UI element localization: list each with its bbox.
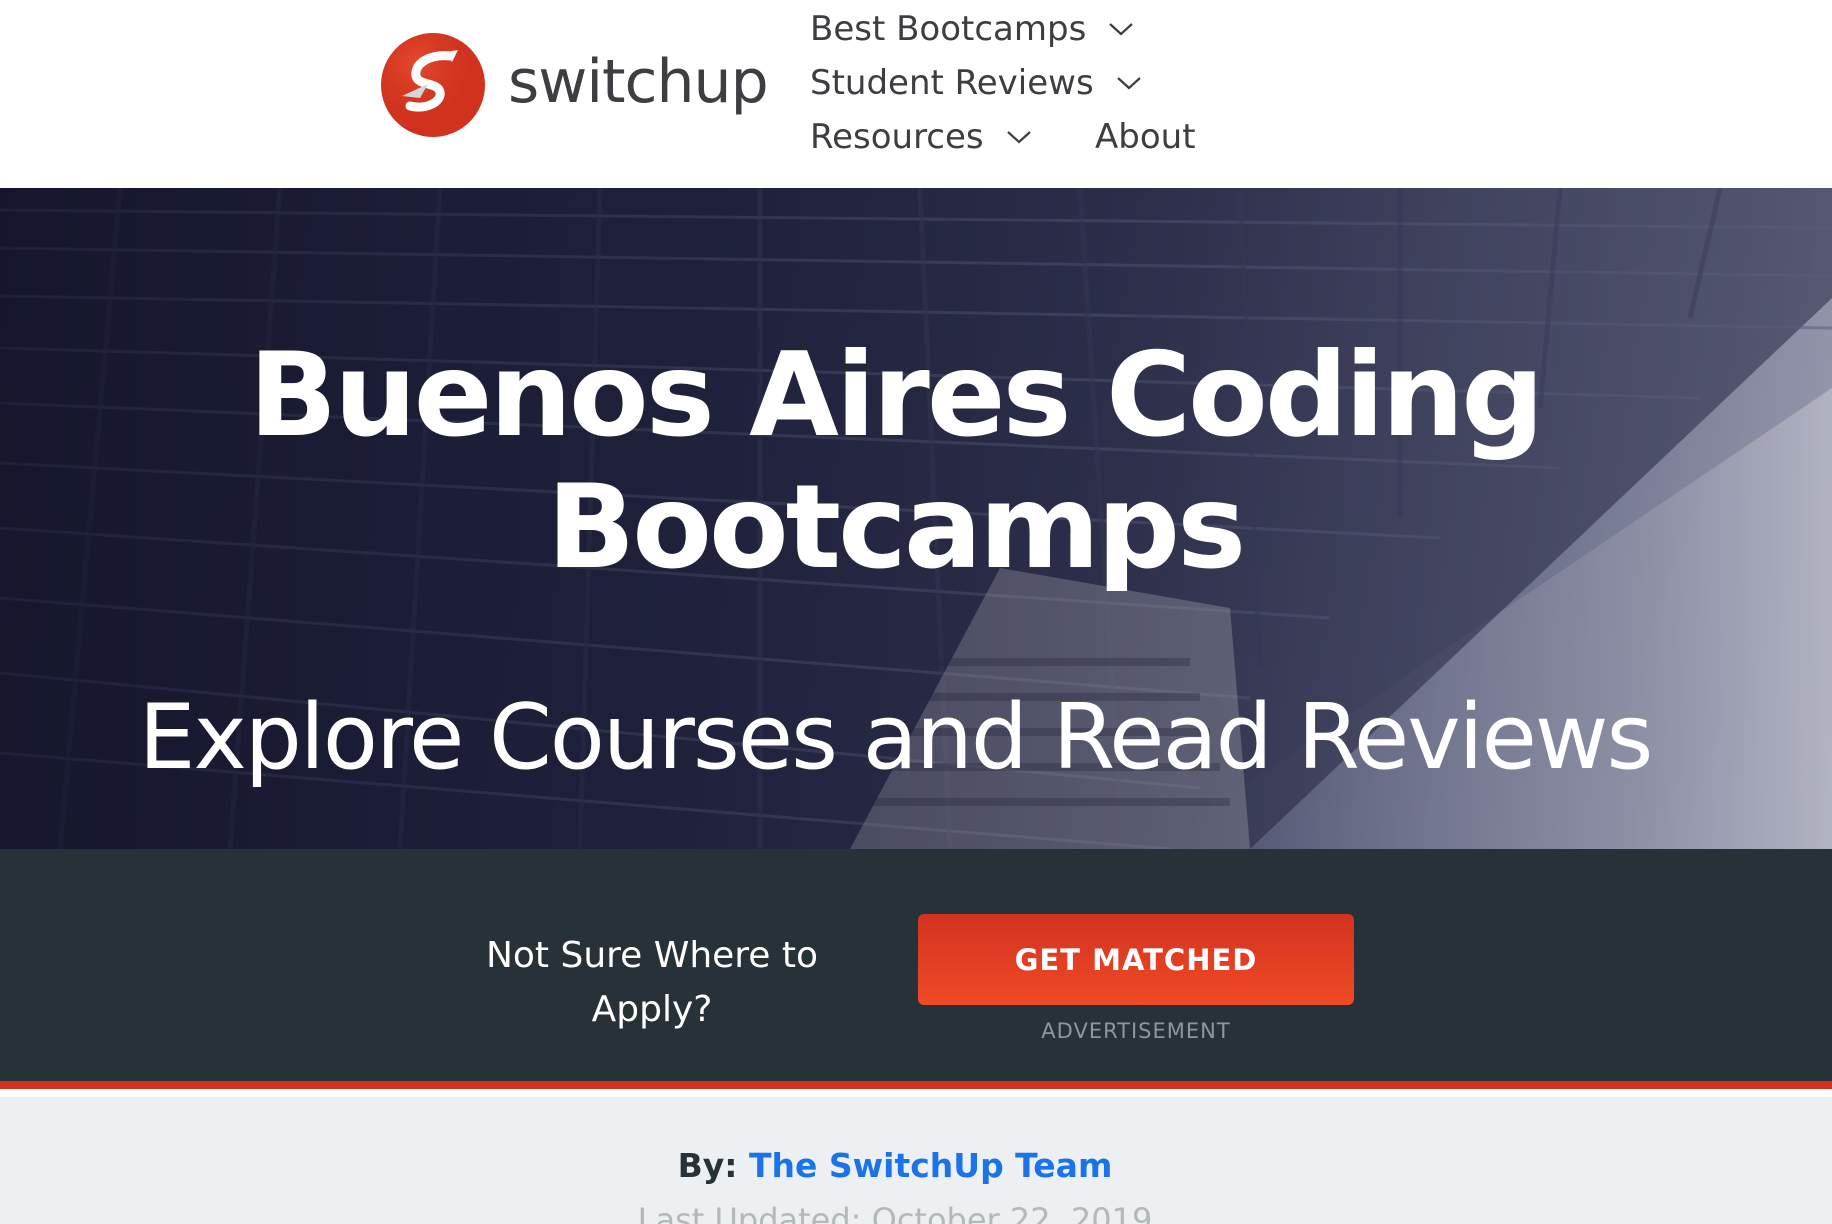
chevron-down-icon xyxy=(1109,23,1134,36)
nav-label: About xyxy=(1095,117,1196,157)
nav-about[interactable]: About xyxy=(1095,120,1196,154)
page-title-line2: Bootcamps xyxy=(546,460,1246,595)
nav-label: Best Bootcamps xyxy=(810,9,1087,49)
page-title: Buenos Aires Coding Bootcamps xyxy=(0,330,1790,594)
nav-best-bootcamps[interactable]: Best Bootcamps xyxy=(810,12,1134,46)
byline-label: By: xyxy=(677,1146,749,1185)
author-link[interactable]: The SwitchUp Team xyxy=(749,1146,1112,1185)
cta-question-line1: Not Sure Where to xyxy=(485,935,819,976)
hero-banner: Buenos Aires Coding Bootcamps Explore Co… xyxy=(0,188,1832,849)
get-matched-banner: Not Sure Where to Apply? GET MATCHED ADV… xyxy=(0,849,1832,1089)
brand-name: switchup xyxy=(508,47,769,117)
nav-label: Student Reviews xyxy=(810,63,1094,103)
nav-resources[interactable]: Resources xyxy=(810,120,1032,154)
nav-student-reviews[interactable]: Student Reviews xyxy=(810,66,1142,100)
cta-question-line2: Apply? xyxy=(591,989,713,1030)
site-header: switchup Best Bootcamps Student Reviews … xyxy=(0,0,1832,188)
chevron-down-icon xyxy=(1006,131,1031,144)
cta-question: Not Sure Where to Apply? xyxy=(452,929,852,1037)
switchup-s-logo-icon xyxy=(381,33,485,137)
page-subtitle: Explore Courses and Read Reviews xyxy=(138,685,1654,790)
last-updated: Last Updated: October 22, 2019 xyxy=(637,1201,1153,1224)
nav-label: Resources xyxy=(810,117,984,157)
get-matched-button[interactable]: GET MATCHED xyxy=(918,914,1354,1005)
page-title-line1: Buenos Aires Coding xyxy=(248,328,1544,463)
advertisement-label: ADVERTISEMENT xyxy=(1041,1019,1231,1043)
chevron-down-icon xyxy=(1116,77,1141,90)
switchup-logo-link[interactable]: switchup xyxy=(380,32,769,138)
byline: By: The SwitchUp Team xyxy=(0,1149,1790,1182)
article-meta: By: The SwitchUp Team Last Updated: Octo… xyxy=(0,1097,1832,1224)
